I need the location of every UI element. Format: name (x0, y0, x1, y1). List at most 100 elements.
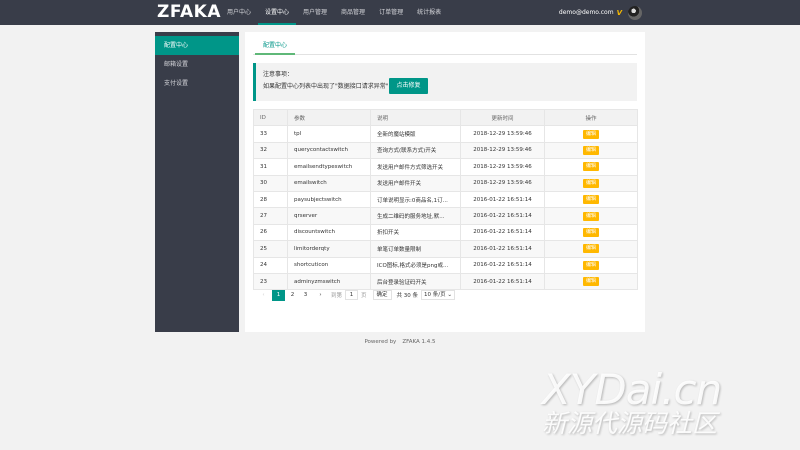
row-action: 编辑 (544, 174, 638, 192)
row-param: shortcuticon (287, 256, 371, 274)
row-action: 编辑 (544, 240, 638, 258)
row-time: 2018-12-29 13:59:46 (460, 125, 545, 143)
edit-button[interactable]: 编辑 (582, 129, 599, 139)
sidebar-item-config-center[interactable]: 配置中心 (155, 36, 239, 55)
edit-button[interactable]: 编辑 (582, 227, 599, 237)
page-size-value: 10 条/页 (424, 292, 446, 298)
goto-page-input[interactable]: 1 (345, 290, 359, 300)
row-desc: 发送用户邮件方式筛选开关 (370, 158, 461, 176)
goto-label: 到第 (331, 293, 343, 299)
config-table: ID 参数 说明 更新时间 操作 33 tpl 全新的魔站模版 2018-12-29 … (253, 108, 638, 291)
main-nav: 用户中心 设置中心 用户管理 商品管理 订单管理 统计报表 (220, 0, 448, 25)
nav-order-management[interactable]: 订单管理 (372, 0, 410, 25)
row-param: discountswitch (287, 223, 371, 242)
table-row: 27 qrserver 生成二维码的服务地址,默... 2016-01-22 16:5… (253, 207, 638, 225)
page-size-select[interactable]: 10 条/页 ⌄ (421, 290, 456, 300)
nav-user-center[interactable]: 用户中心 (220, 0, 258, 25)
row-id: 24 (253, 256, 288, 274)
edit-button[interactable]: 编辑 (582, 195, 599, 205)
sidebar-item-payment-settings[interactable]: 支付设置 (155, 74, 239, 93)
row-time: 2016-01-22 16:51:14 (460, 256, 545, 274)
pagination: ‹ 1 2 3 › 到第 1 页 确定 共 30 条 10 条/页 ⌄ (253, 288, 456, 302)
notice-text: 如果配置中心列表中出现了"数据接口请求异常"， (263, 83, 395, 90)
table-row: 24 shortcuticon ICO图标,格式必须是png或... 2016-01-… (253, 256, 638, 274)
row-param: emailswitch (287, 174, 371, 192)
row-desc: 单笔订单数量限制 (370, 240, 461, 258)
nav-user-management[interactable]: 用户管理 (296, 0, 334, 25)
edit-button[interactable]: 编辑 (582, 277, 599, 287)
row-time: 2018-12-29 13:59:46 (460, 141, 545, 160)
table-header-row: ID 参数 说明 更新时间 操作 (253, 108, 638, 127)
fix-button[interactable]: 点击修复 (389, 78, 428, 94)
edit-button[interactable]: 编辑 (582, 162, 599, 172)
row-time: 2016-01-22 16:51:14 (460, 207, 545, 225)
page-1-button[interactable]: 1 (272, 289, 285, 301)
row-desc: ICO图标,格式必须是png或... (370, 256, 461, 274)
user-email[interactable]: demo@demo.com (559, 9, 614, 16)
notice-title: 注意事项： (263, 71, 294, 78)
sidebar-item-email-settings[interactable]: 邮箱设置 (155, 55, 239, 74)
column-header-param: 参数 (287, 108, 371, 127)
total-count: 共 30 条 (396, 293, 419, 299)
row-id: 33 (253, 125, 288, 143)
page-unit-label: 页 (361, 293, 367, 299)
column-header-action: 操作 (544, 108, 638, 127)
row-action: 编辑 (544, 207, 638, 225)
table-row: 28 paysubjectswitch 订单说明显示:0商品名,1订... 2016-… (253, 190, 638, 209)
row-desc: 查询方式(联系方式)开关 (370, 141, 461, 160)
tab-config-center[interactable]: 配置中心 (255, 38, 296, 55)
column-header-id: ID (253, 108, 288, 127)
row-desc: 折扣开关 (370, 223, 461, 242)
row-action: 编辑 (544, 272, 638, 291)
row-desc: 生成二维码的服务地址,默... (370, 207, 461, 225)
nav-statistics[interactable]: 统计报表 (410, 0, 448, 25)
row-id: 31 (253, 158, 288, 176)
edit-button[interactable]: 编辑 (582, 178, 599, 188)
prev-page-button[interactable]: ‹ (258, 290, 269, 301)
row-id: 27 (253, 207, 288, 225)
nav-product-management[interactable]: 商品管理 (334, 0, 372, 25)
watermark: XYDai.cn 新源代源码社区 (542, 368, 722, 438)
page-3-button[interactable]: 3 (300, 290, 311, 301)
footer-powered: Powered by (364, 339, 397, 345)
footer: Powered by ZFAKA 1.4.5 (0, 339, 800, 345)
table-row: 26 discountswitch 折扣开关 2016-01-22 16:51:14 编… (253, 223, 638, 242)
main-panel: 配置中心 注意事项： 如果配置中心列表中出现了"数据接口请求异常"， 点击修复 … (245, 32, 645, 332)
logo[interactable]: ZFAKA (157, 3, 221, 21)
goto-confirm-button[interactable]: 确定 (372, 290, 392, 300)
row-param: emailsendtypeswitch (287, 158, 371, 176)
watermark-subtitle: 新源代源码社区 (542, 409, 718, 438)
row-time: 2018-12-29 13:59:46 (460, 174, 545, 192)
tab-bar: 配置中心 (253, 38, 637, 55)
row-action: 编辑 (544, 141, 638, 160)
avatar[interactable] (628, 5, 642, 20)
row-id: 30 (253, 174, 288, 192)
row-param: querycontactswitch (287, 141, 371, 160)
row-param: paysubjectswitch (287, 190, 371, 209)
edit-button[interactable]: 编辑 (582, 244, 599, 254)
notice-box: 注意事项： 如果配置中心列表中出现了"数据接口请求异常"， 点击修复 (253, 63, 637, 101)
table-row: 30 emailswitch 发送用户邮件开关 2018-12-29 13:59:46… (253, 174, 638, 192)
page-2-button[interactable]: 2 (287, 290, 298, 301)
row-action: 编辑 (544, 125, 638, 143)
edit-button[interactable]: 编辑 (582, 211, 599, 221)
row-desc: 订单说明显示:0商品名,1订... (370, 190, 461, 209)
top-navbar: ZFAKA 用户中心 设置中心 用户管理 商品管理 订单管理 统计报表 demo… (0, 0, 800, 25)
chevron-down-icon: ⌄ (447, 292, 453, 298)
user-menu[interactable]: demo@demo.com V (559, 0, 642, 25)
row-id: 32 (253, 141, 288, 160)
table-row: 31 emailsendtypeswitch 发送用户邮件方式筛选开关 2018-12… (253, 158, 638, 176)
row-time: 2016-01-22 16:51:14 (460, 223, 545, 242)
row-param: limitorderqty (287, 240, 371, 258)
row-id: 26 (253, 223, 288, 242)
row-time: 2016-01-22 16:51:14 (460, 272, 545, 291)
nav-settings-center[interactable]: 设置中心 (258, 0, 297, 25)
edit-button[interactable]: 编辑 (582, 145, 599, 155)
sidebar: 配置中心 邮箱设置 支付设置 (155, 32, 239, 332)
row-action: 编辑 (544, 223, 638, 242)
next-page-button[interactable]: › (315, 290, 326, 301)
row-param: tpl (287, 125, 371, 143)
edit-button[interactable]: 编辑 (582, 260, 599, 270)
table-row: 25 limitorderqty 单笔订单数量限制 2016-01-22 16:51:… (253, 240, 638, 258)
row-param: qrserver (287, 207, 371, 225)
